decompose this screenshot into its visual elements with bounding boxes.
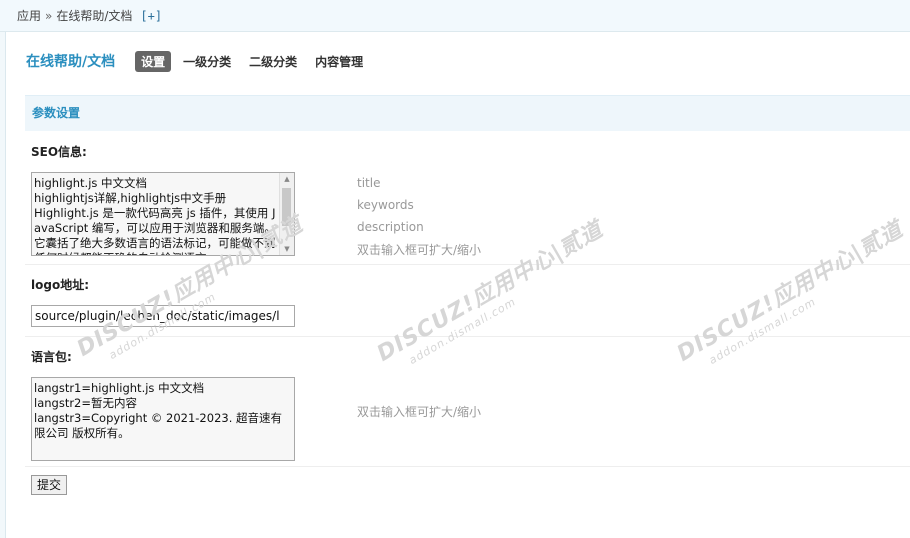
page: 应用» 在线帮助/文档 [+] 在线帮助/文档 设置 一级分类 二级分类 内容管理 … xyxy=(0,0,910,538)
watermark-sub-text: addon.dismall.com xyxy=(406,295,519,367)
watermark-main-text: DISCUZ!应用中心|贰道 xyxy=(373,217,608,367)
tab-content-management[interactable]: 内容管理 xyxy=(315,53,363,70)
seo-textarea-content: highlight.js 中文文档 highlightjs详解,highligh… xyxy=(34,176,276,255)
breadcrumb-separator: » xyxy=(45,9,53,23)
tab-level1-category[interactable]: 一级分类 xyxy=(183,53,231,70)
watermark-logo: DISCUZ!应用中心|贰道 addon.dismall.com xyxy=(370,212,614,379)
watermark-main-text: DISCUZ!应用中心|贰道 xyxy=(673,217,908,367)
seo-hint-title: title xyxy=(357,176,381,190)
submit-button[interactable]: 提交 xyxy=(31,475,68,495)
breadcrumb: 应用 » 在线帮助/文档 [+] xyxy=(0,0,910,32)
lang-hint-expand: 双击输入框可扩大/缩小 xyxy=(357,405,482,419)
section-header: 参数设置 xyxy=(25,95,910,131)
add-shortcut-link[interactable]: [+] xyxy=(140,9,162,23)
watermark-logo: DISCUZ!应用中心|贰道 addon.dismall.com xyxy=(670,212,910,379)
seo-hint-description: description xyxy=(357,220,424,234)
seo-textarea[interactable]: highlight.js 中文文档 highlightjs详解,highligh… xyxy=(31,172,295,256)
seo-hint-expand: 双击输入框可扩大/缩小 xyxy=(357,243,482,257)
scroll-down-icon[interactable]: ▼ xyxy=(280,243,294,255)
app-title: 在线帮助/文档 xyxy=(26,54,116,70)
logo-label: logo地址: xyxy=(31,278,89,292)
watermark-sub-text: addon.dismall.com xyxy=(706,295,819,367)
breadcrumb-current: 在线帮助/文档 xyxy=(56,9,133,23)
left-frame-edge xyxy=(0,0,6,538)
breadcrumb-root[interactable]: 应用 xyxy=(17,9,41,23)
tab-level2-category[interactable]: 二级分类 xyxy=(249,53,297,70)
tab-settings[interactable]: 设置 xyxy=(135,50,172,72)
seo-scrollbar[interactable]: ▲ ▼ xyxy=(279,173,294,255)
seo-label: SEO信息: xyxy=(31,145,87,159)
seo-hint-keywords: keywords xyxy=(357,198,414,212)
row-divider xyxy=(25,336,910,337)
scroll-up-icon[interactable]: ▲ xyxy=(280,173,294,185)
plugin-nav: 在线帮助/文档 设置 一级分类 二级分类 内容管理 xyxy=(26,50,381,72)
scroll-thumb[interactable] xyxy=(282,188,291,226)
row-divider xyxy=(25,264,910,265)
row-divider xyxy=(25,466,910,467)
lang-textarea-content: langstr1=highlight.js 中文文档 langstr2=暂无内容… xyxy=(34,381,283,440)
lang-label: 语言包: xyxy=(31,350,72,364)
logo-url-input[interactable]: source/plugin/lechen_doc/static/images/l xyxy=(31,305,295,327)
lang-textarea[interactable]: langstr1=highlight.js 中文文档 langstr2=暂无内容… xyxy=(31,377,295,461)
